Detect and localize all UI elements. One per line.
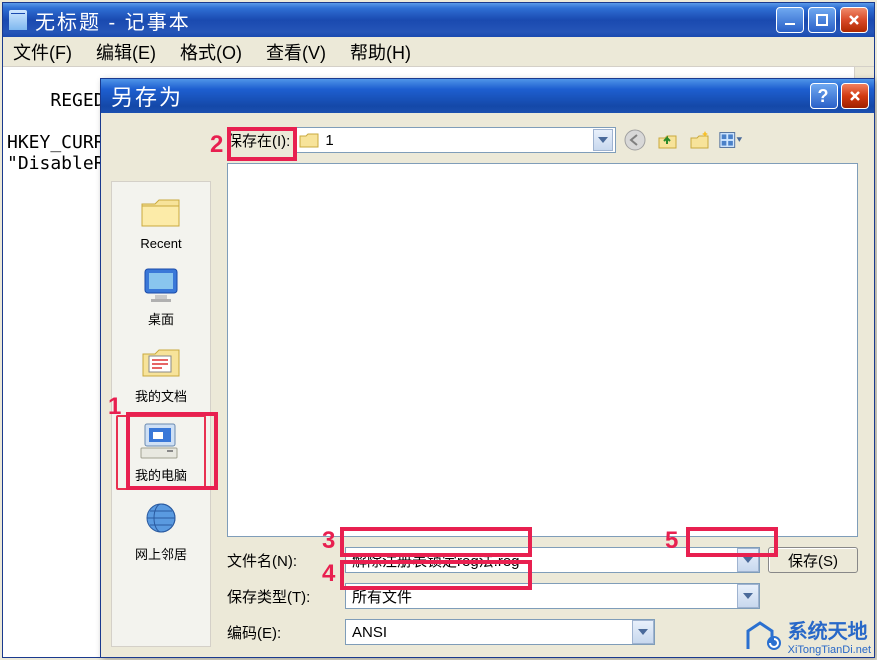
place-my-computer[interactable]: 我的电脑 (116, 415, 206, 490)
dialog-help-button[interactable]: ? (810, 83, 838, 109)
watermark-text-en: XiTongTianDi.net (788, 644, 871, 656)
place-label: 我的文档 (116, 386, 206, 405)
watermark-logo-icon (744, 619, 782, 653)
chevron-down-icon[interactable] (737, 584, 759, 608)
back-button[interactable] (622, 127, 648, 153)
dialog-titlebar[interactable]: 另存为 ? (101, 79, 874, 113)
menu-view[interactable]: 查看(V) (266, 39, 326, 65)
encoding-select[interactable]: ANSI (345, 619, 655, 645)
folder-icon (137, 192, 185, 232)
folder-icon (299, 131, 319, 149)
place-label: 网上邻居 (116, 544, 206, 563)
annotation-1: 1 (108, 393, 121, 421)
places-bar: Recent 桌面 我的文档 我的电脑 (111, 181, 211, 647)
watermark: 系统天地 XiTongTianDi.net (744, 615, 871, 656)
new-folder-button[interactable] (686, 127, 712, 153)
place-label: Recent (116, 236, 206, 251)
notepad-menubar: 文件(F) 编辑(E) 格式(O) 查看(V) 帮助(H) (3, 37, 874, 67)
up-one-level-button[interactable] (654, 127, 680, 153)
annotation-3: 3 (322, 527, 335, 555)
place-label: 桌面 (116, 309, 206, 328)
place-documents[interactable]: 我的文档 (116, 338, 206, 409)
menu-help[interactable]: 帮助(H) (350, 39, 411, 65)
minimize-button[interactable] (776, 7, 804, 33)
watermark-text-cn: 系统天地 (788, 615, 871, 644)
filename-label: 文件名(N): (227, 550, 337, 571)
menu-format[interactable]: 格式(O) (180, 39, 242, 65)
network-icon (137, 500, 185, 540)
menu-edit[interactable]: 编辑(E) (96, 39, 156, 65)
annotation-2: 2 (210, 131, 223, 159)
maximize-button[interactable] (808, 7, 836, 33)
close-button[interactable] (840, 7, 868, 33)
notepad-title: 无标题 - 记事本 (35, 6, 191, 35)
place-network[interactable]: 网上邻居 (116, 496, 206, 567)
annotation-4: 4 (322, 560, 335, 588)
notepad-titlebar[interactable]: 无标题 - 记事本 (3, 3, 874, 37)
place-label: 我的电脑 (118, 465, 204, 484)
filetype-value: 所有文件 (346, 586, 737, 607)
notepad-icon (9, 10, 27, 30)
filename-input[interactable]: 解除注册表锁定reg法.reg (345, 547, 760, 573)
encoding-value: ANSI (346, 624, 632, 641)
chevron-down-icon[interactable] (632, 620, 654, 644)
save-in-label: 保存在(I): (227, 130, 290, 151)
filetype-select[interactable]: 所有文件 (345, 583, 760, 609)
dialog-title: 另存为 (111, 80, 183, 112)
views-button[interactable] (718, 127, 744, 153)
place-recent[interactable]: Recent (116, 188, 206, 255)
dialog-top-toolbar: 保存在(I): 1 (219, 121, 864, 159)
chevron-down-icon[interactable] (737, 548, 759, 572)
save-button[interactable]: 保存(S) (768, 547, 858, 573)
file-list-area[interactable] (227, 163, 858, 537)
save-in-value: 1 (325, 132, 593, 149)
save-as-dialog: 另存为 ? Recent 桌面 (100, 78, 875, 658)
encoding-label: 编码(E): (227, 622, 337, 643)
dialog-close-button[interactable] (841, 83, 869, 109)
annotation-5: 5 (665, 527, 678, 555)
desktop-icon (137, 265, 185, 305)
save-in-combo[interactable]: 1 (296, 127, 616, 153)
filetype-label: 保存类型(T): (227, 586, 337, 607)
chevron-down-icon[interactable] (593, 129, 613, 151)
documents-icon (137, 342, 185, 382)
place-desktop[interactable]: 桌面 (116, 261, 206, 332)
computer-icon (137, 421, 185, 461)
menu-file[interactable]: 文件(F) (13, 39, 72, 65)
